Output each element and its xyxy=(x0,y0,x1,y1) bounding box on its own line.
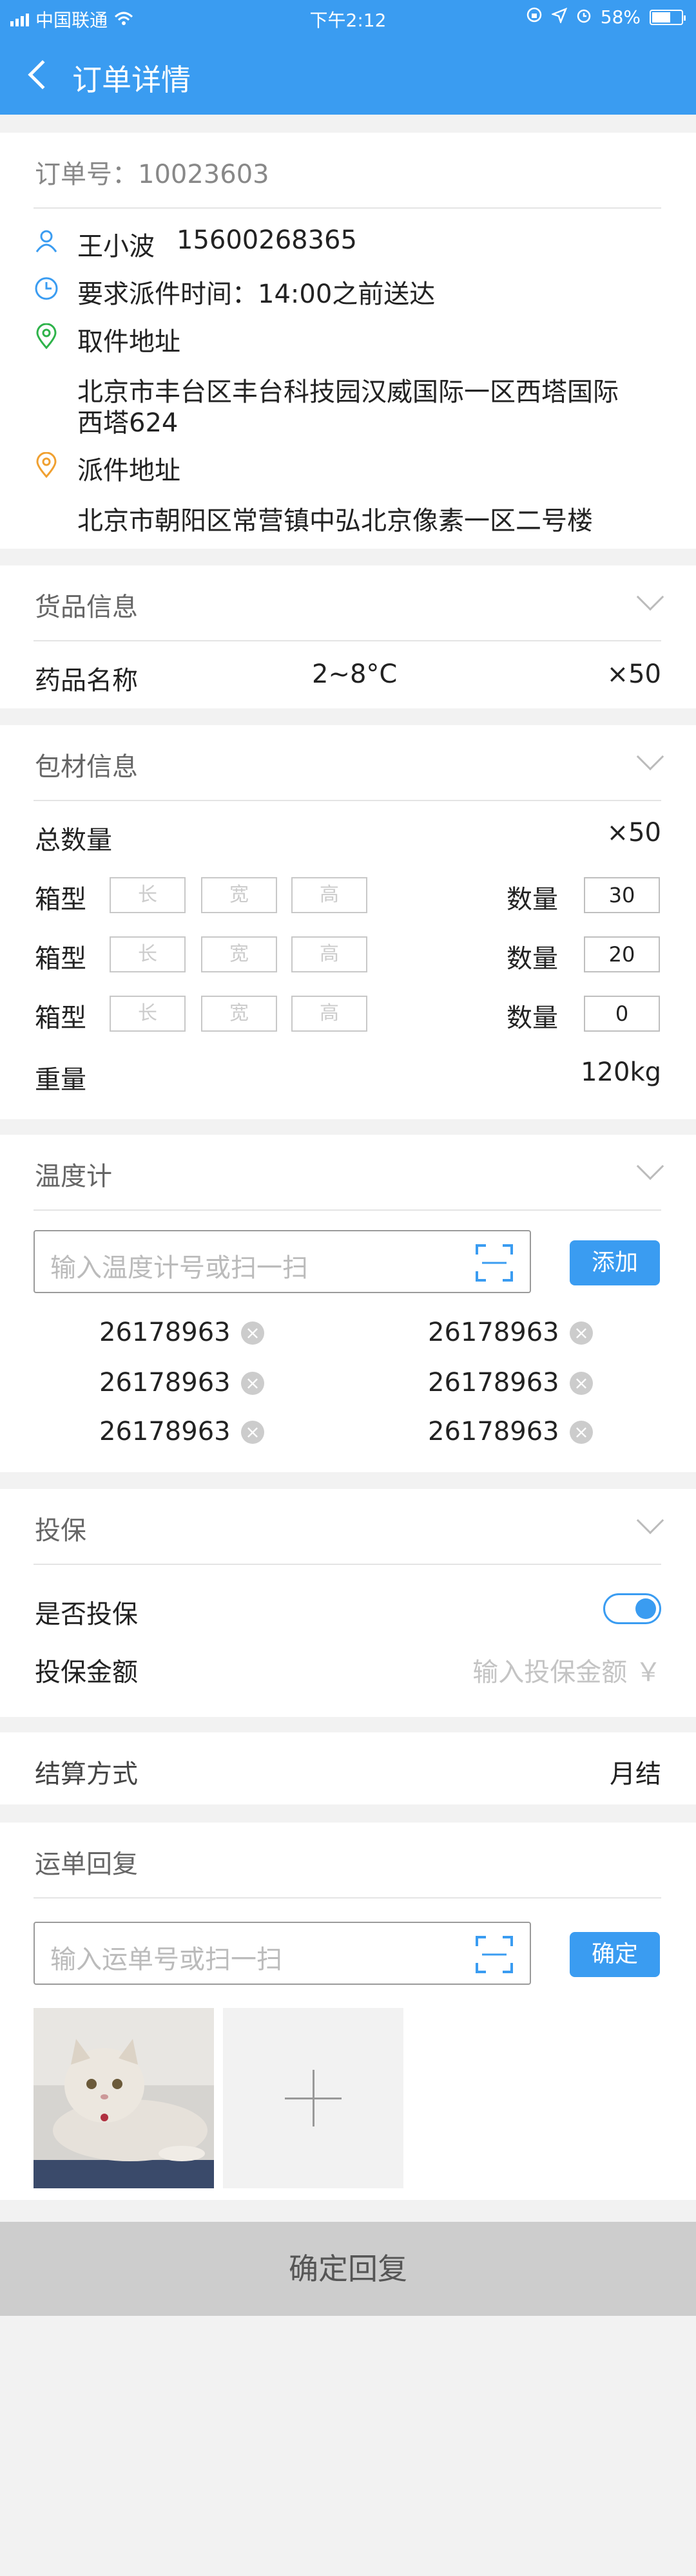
user-icon xyxy=(35,230,57,252)
battery-percent: 58% xyxy=(600,6,641,28)
contact-phone[interactable]: 15600268365 xyxy=(177,225,357,255)
page-title: 订单详情 xyxy=(72,62,191,97)
goods-temp-range: 2~8°C xyxy=(312,659,398,689)
contact-name: 王小波 xyxy=(77,232,155,261)
packaging-title: 包材信息 xyxy=(35,752,138,782)
add-thermometer-button[interactable]: 添加 xyxy=(570,1240,660,1285)
thermometer-item: 26178963 xyxy=(99,1417,231,1446)
weight-label: 重量 xyxy=(35,1065,86,1095)
back-icon[interactable] xyxy=(28,60,57,90)
thermometer-item: 26178963 xyxy=(428,1318,559,1347)
location-pin-icon xyxy=(36,452,57,478)
divider xyxy=(34,1564,661,1565)
insure-amount-label: 投保金额 xyxy=(35,1658,138,1687)
settlement-value[interactable]: 月结 xyxy=(610,1753,661,1790)
status-bar: 中国联通 下午2:12 58% xyxy=(0,0,696,36)
qty-label: 数量 xyxy=(507,1003,558,1033)
delivery-time: 要求派件时间：14:00之前送达 xyxy=(77,279,436,309)
divider xyxy=(34,1209,661,1211)
box-length-input[interactable]: 长 xyxy=(110,877,186,913)
chevron-down-icon[interactable] xyxy=(636,1152,664,1180)
total-quantity-value: ×50 xyxy=(606,818,661,848)
thermometer-item: 26178963 xyxy=(99,1318,231,1347)
waybill-input-placeholder: 输入运单号或扫一扫 xyxy=(50,1945,282,1975)
chevron-down-icon[interactable] xyxy=(636,1506,664,1535)
close-circle-icon[interactable]: × xyxy=(570,1372,593,1395)
goods-quantity: ×50 xyxy=(606,659,661,689)
thermometer-item: 26178963 xyxy=(99,1368,231,1397)
qty-label: 数量 xyxy=(507,885,558,914)
clock-icon xyxy=(35,277,58,300)
delivery-address: 北京市朝阳区常营镇中弘北京像素一区二号楼 xyxy=(77,506,593,536)
confirm-waybill-button[interactable]: 确定 xyxy=(570,1932,660,1977)
insure-label: 是否投保 xyxy=(35,1600,138,1629)
divider xyxy=(34,800,661,801)
delivery-label: 派件地址 xyxy=(77,456,180,486)
order-number: 订单号：10023603 xyxy=(35,160,269,189)
thermometer-title: 温度计 xyxy=(35,1162,112,1191)
add-photo-button[interactable] xyxy=(223,2008,403,2188)
insure-toggle[interactable] xyxy=(603,1593,661,1624)
box-height-input[interactable]: 高 xyxy=(291,877,367,913)
total-quantity-label: 总数量 xyxy=(35,826,112,855)
thermometer-input[interactable]: 输入温度计号或扫一扫 xyxy=(34,1230,531,1293)
box-width-input[interactable]: 宽 xyxy=(201,877,277,913)
pickup-address-line2: 西塔624 xyxy=(77,408,179,438)
box-qty-input[interactable]: 30 xyxy=(584,877,660,913)
box-width-input[interactable]: 宽 xyxy=(201,996,277,1032)
waybill-input[interactable]: 输入运单号或扫一扫 xyxy=(34,1922,531,1985)
box-qty-input[interactable]: 0 xyxy=(584,996,660,1032)
goods-title: 货品信息 xyxy=(35,592,138,622)
order-info-card: 订单号：10023603 王小波 15600268365 要求派件时间：14:0… xyxy=(0,133,696,549)
box-height-input[interactable]: 高 xyxy=(291,996,367,1032)
goods-card: 货品信息 药品名称 2~8°C ×50 xyxy=(0,565,696,708)
scan-icon[interactable] xyxy=(476,1936,513,1973)
settlement-card: 结算方式 月结 xyxy=(0,1732,696,1804)
box-length-input[interactable]: 长 xyxy=(110,936,186,972)
location-pin-icon xyxy=(36,323,57,349)
divider xyxy=(34,207,661,209)
box-qty-input[interactable]: 20 xyxy=(584,936,660,972)
insure-amount-input[interactable]: 输入投保金额 ￥ xyxy=(472,1651,661,1689)
close-circle-icon[interactable]: × xyxy=(241,1421,264,1444)
rotation-lock-icon xyxy=(526,6,543,28)
box-type-label: 箱型 xyxy=(35,1003,86,1033)
box-height-input[interactable]: 高 xyxy=(291,936,367,972)
insurance-card: 投保 是否投保 投保金额 输入投保金额 ￥ xyxy=(0,1489,696,1717)
toggle-knob xyxy=(635,1598,656,1619)
box-type-label: 箱型 xyxy=(35,944,86,974)
thermometer-item: 26178963 xyxy=(428,1417,559,1446)
chevron-down-icon[interactable] xyxy=(636,743,664,771)
goods-name-label: 药品名称 xyxy=(35,666,138,696)
box-type-label: 箱型 xyxy=(35,885,86,914)
thermometer-item: 26178963 xyxy=(428,1368,559,1397)
waybill-title: 运单回复 xyxy=(35,1850,138,1879)
scan-icon[interactable] xyxy=(476,1244,513,1282)
thermometer-card: 温度计 输入温度计号或扫一扫 添加 26178963 × 26178963 × … xyxy=(0,1135,696,1472)
location-arrow-icon xyxy=(550,6,568,28)
divider xyxy=(34,1897,661,1899)
weight-value: 120kg xyxy=(581,1057,661,1087)
pickup-label: 取件地址 xyxy=(77,327,180,357)
qty-label: 数量 xyxy=(507,944,558,974)
confirm-reply-button[interactable]: 确定回复 xyxy=(0,2222,696,2316)
close-circle-icon[interactable]: × xyxy=(241,1321,264,1345)
plus-icon xyxy=(313,2070,314,2126)
alarm-icon xyxy=(576,6,592,28)
battery-icon xyxy=(650,9,686,25)
divider xyxy=(34,640,661,641)
waybill-photo[interactable] xyxy=(34,2008,214,2188)
settlement-label: 结算方式 xyxy=(35,1759,138,1789)
box-length-input[interactable]: 长 xyxy=(110,996,186,1032)
packaging-card: 包材信息 总数量 ×50 箱型 长 宽 高 数量 30 箱型 长 宽 高 数量 … xyxy=(0,725,696,1119)
close-circle-icon[interactable]: × xyxy=(241,1372,264,1395)
close-circle-icon[interactable]: × xyxy=(570,1421,593,1444)
chevron-down-icon[interactable] xyxy=(636,583,664,611)
nav-bar: 订单详情 xyxy=(0,50,696,103)
close-circle-icon[interactable]: × xyxy=(570,1321,593,1345)
box-width-input[interactable]: 宽 xyxy=(201,936,277,972)
thermometer-input-placeholder: 输入温度计号或扫一扫 xyxy=(50,1253,308,1283)
top-bar: 中国联通 下午2:12 58% 订单详情 xyxy=(0,0,696,115)
insurance-title: 投保 xyxy=(35,1516,86,1546)
